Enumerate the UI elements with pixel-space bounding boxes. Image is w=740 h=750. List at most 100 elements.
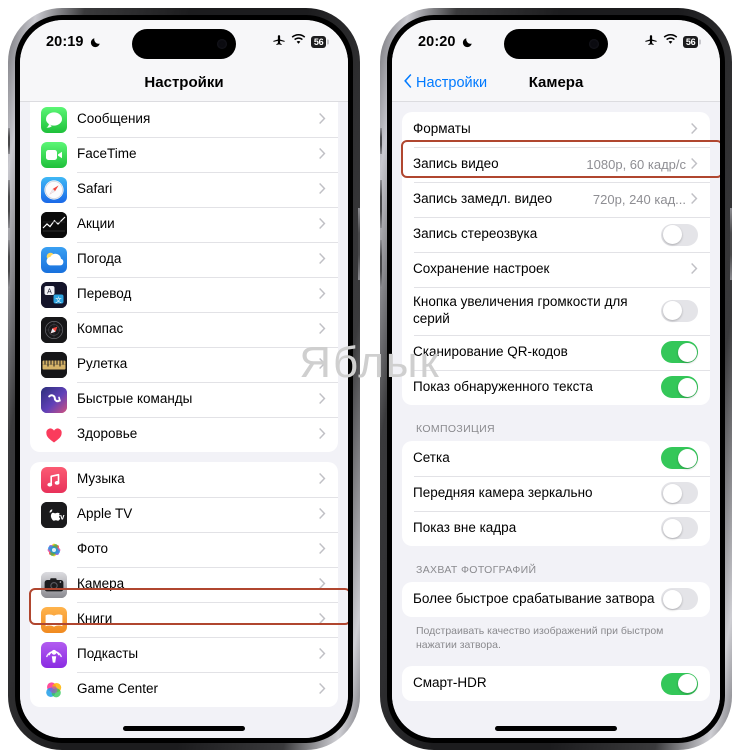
music-icon bbox=[41, 466, 67, 493]
battery-indicator: 56 bbox=[683, 36, 698, 48]
stocks-icon bbox=[41, 211, 67, 238]
volume-up-button[interactable] bbox=[8, 180, 10, 228]
list-item[interactable]: Сообщения bbox=[30, 102, 338, 137]
chevron-right-icon bbox=[319, 183, 326, 196]
svg-text:A: A bbox=[47, 288, 52, 295]
list-item[interactable]: Компас bbox=[30, 312, 338, 347]
translate-icon: A文 bbox=[41, 281, 67, 308]
toggle-knob bbox=[662, 483, 682, 503]
toggle-switch[interactable] bbox=[661, 672, 698, 695]
list-item[interactable]: Сохранение настроек bbox=[402, 252, 710, 287]
chevron-right-icon bbox=[319, 218, 326, 231]
chevron-right-icon bbox=[691, 193, 698, 206]
list-item[interactable]: Смарт-HDR bbox=[402, 666, 710, 701]
list-item-label: Книги bbox=[77, 611, 113, 627]
left-phone-device: 20:19 56 Настройки Сообщения FaceTime Sa… bbox=[8, 8, 360, 750]
toggle-switch[interactable] bbox=[661, 341, 698, 364]
right-nav-bar: Настройки Камера bbox=[392, 64, 720, 102]
chevron-right-icon bbox=[319, 113, 326, 126]
list-item[interactable]: A 文 Перевод bbox=[30, 277, 338, 312]
section-header-composition: КОМПОЗИЦИЯ bbox=[416, 422, 495, 435]
camera-group-video: Форматы Запись видео 1080p, 60 кадр/с Запис… bbox=[402, 112, 710, 405]
left-nav-bar: Настройки bbox=[20, 64, 348, 102]
list-item[interactable]: Здоровье bbox=[30, 417, 338, 452]
camera-icon bbox=[41, 571, 67, 598]
home-indicator[interactable] bbox=[495, 726, 617, 731]
list-item-label: FaceTime bbox=[77, 146, 137, 162]
toggle-switch[interactable] bbox=[661, 376, 698, 399]
left-settings-list[interactable]: Сообщения FaceTime Safari Акции Погода A 文 Пере… bbox=[20, 102, 348, 738]
list-item[interactable]: Game Center bbox=[30, 672, 338, 707]
toggle-knob bbox=[677, 674, 697, 694]
right-phone-screen: 20:20 56 Настройки Камера Форматы Запись… bbox=[392, 20, 720, 738]
toggle-switch[interactable] bbox=[661, 517, 698, 540]
toggle-switch[interactable] bbox=[661, 299, 698, 322]
list-item[interactable]: Запись видео 1080p, 60 кадр/с bbox=[402, 147, 710, 182]
list-item[interactable]: Сканирование QR-кодов bbox=[402, 334, 710, 370]
list-item[interactable]: Акции bbox=[30, 207, 338, 242]
weather-icon bbox=[41, 246, 67, 273]
camera-settings-list[interactable]: Форматы Запись видео 1080p, 60 кадр/с Запис… bbox=[392, 102, 720, 738]
chevron-right-icon bbox=[319, 288, 326, 301]
left-phone-bezel: 20:19 56 Настройки Сообщения FaceTime Sa… bbox=[15, 15, 353, 743]
list-item[interactable]: Музыка bbox=[30, 462, 338, 497]
compass-icon bbox=[41, 316, 67, 343]
back-button[interactable]: Настройки bbox=[404, 73, 487, 92]
list-item[interactable]: Более быстрое срабатывание затвора bbox=[402, 582, 710, 617]
list-item[interactable]: Safari bbox=[30, 172, 338, 207]
mute-switch[interactable] bbox=[8, 128, 10, 154]
airplane-icon bbox=[272, 33, 286, 52]
list-item[interactable]: Показ обнаруженного текста bbox=[402, 369, 710, 405]
toggle-switch[interactable] bbox=[661, 223, 698, 246]
toggle-switch[interactable] bbox=[661, 447, 698, 470]
chevron-right-icon bbox=[319, 323, 326, 336]
list-item[interactable]: Запись замедл. видео 720p, 240 кад... bbox=[402, 182, 710, 217]
chevron-right-icon bbox=[319, 613, 326, 626]
front-camera-lens-right bbox=[589, 39, 599, 49]
status-right-cluster-right: 56 bbox=[644, 33, 698, 52]
list-item[interactable]: Погода bbox=[30, 242, 338, 277]
list-item[interactable]: Кнопка увеличения громкости для серий bbox=[402, 287, 710, 335]
power-button-right[interactable] bbox=[730, 208, 732, 280]
page-title: Настройки bbox=[144, 74, 224, 91]
dynamic-island-right bbox=[504, 29, 608, 59]
home-indicator[interactable] bbox=[123, 726, 245, 731]
list-item[interactable]: Передняя камера зеркально bbox=[402, 475, 710, 511]
list-item-label: Показ вне кадра bbox=[413, 519, 517, 535]
volume-up-button-right[interactable] bbox=[380, 180, 382, 228]
toggle-knob bbox=[677, 377, 697, 397]
list-item[interactable]: tv Apple TV bbox=[30, 497, 338, 532]
chevron-right-icon bbox=[319, 253, 326, 266]
list-item[interactable]: Рулетка bbox=[30, 347, 338, 382]
list-item[interactable]: Показ вне кадра bbox=[402, 510, 710, 546]
svg-text:文: 文 bbox=[55, 294, 62, 303]
list-item-label: Кнопка увеличения громкости для серий bbox=[413, 294, 628, 326]
list-item[interactable]: Быстрые команды bbox=[30, 382, 338, 417]
list-item[interactable]: Сетка bbox=[402, 441, 710, 476]
list-item[interactable]: Запись стереозвука bbox=[402, 217, 710, 252]
list-item-label: Сетка bbox=[413, 449, 450, 465]
list-item[interactable]: FaceTime bbox=[30, 137, 338, 172]
list-item-label: Рулетка bbox=[77, 356, 128, 372]
list-item-value: 720p, 240 кад... bbox=[592, 192, 686, 207]
toggle-switch[interactable] bbox=[661, 482, 698, 505]
volume-down-button-right[interactable] bbox=[380, 240, 382, 288]
list-item[interactable]: Камера bbox=[30, 567, 338, 602]
toggle-switch[interactable] bbox=[661, 588, 698, 611]
front-camera-lens bbox=[217, 39, 227, 49]
camera-group-composition: Сетка Передняя камера зеркально Показ вне … bbox=[402, 440, 710, 546]
list-item[interactable]: Фото bbox=[30, 532, 338, 567]
list-item[interactable]: Подкасты bbox=[30, 637, 338, 672]
list-item[interactable]: Форматы bbox=[402, 112, 710, 147]
list-item[interactable]: Книги bbox=[30, 602, 338, 637]
toggle-knob bbox=[662, 518, 682, 538]
power-button[interactable] bbox=[358, 208, 360, 280]
chevron-right-icon bbox=[319, 683, 326, 696]
mute-switch-right[interactable] bbox=[380, 128, 382, 154]
shortcuts-icon bbox=[41, 386, 67, 413]
list-item-label: Game Center bbox=[77, 681, 159, 697]
gamecenter-icon bbox=[41, 676, 67, 703]
volume-down-button[interactable] bbox=[8, 240, 10, 288]
chevron-right-icon bbox=[319, 648, 326, 661]
chevron-right-icon bbox=[691, 263, 698, 276]
